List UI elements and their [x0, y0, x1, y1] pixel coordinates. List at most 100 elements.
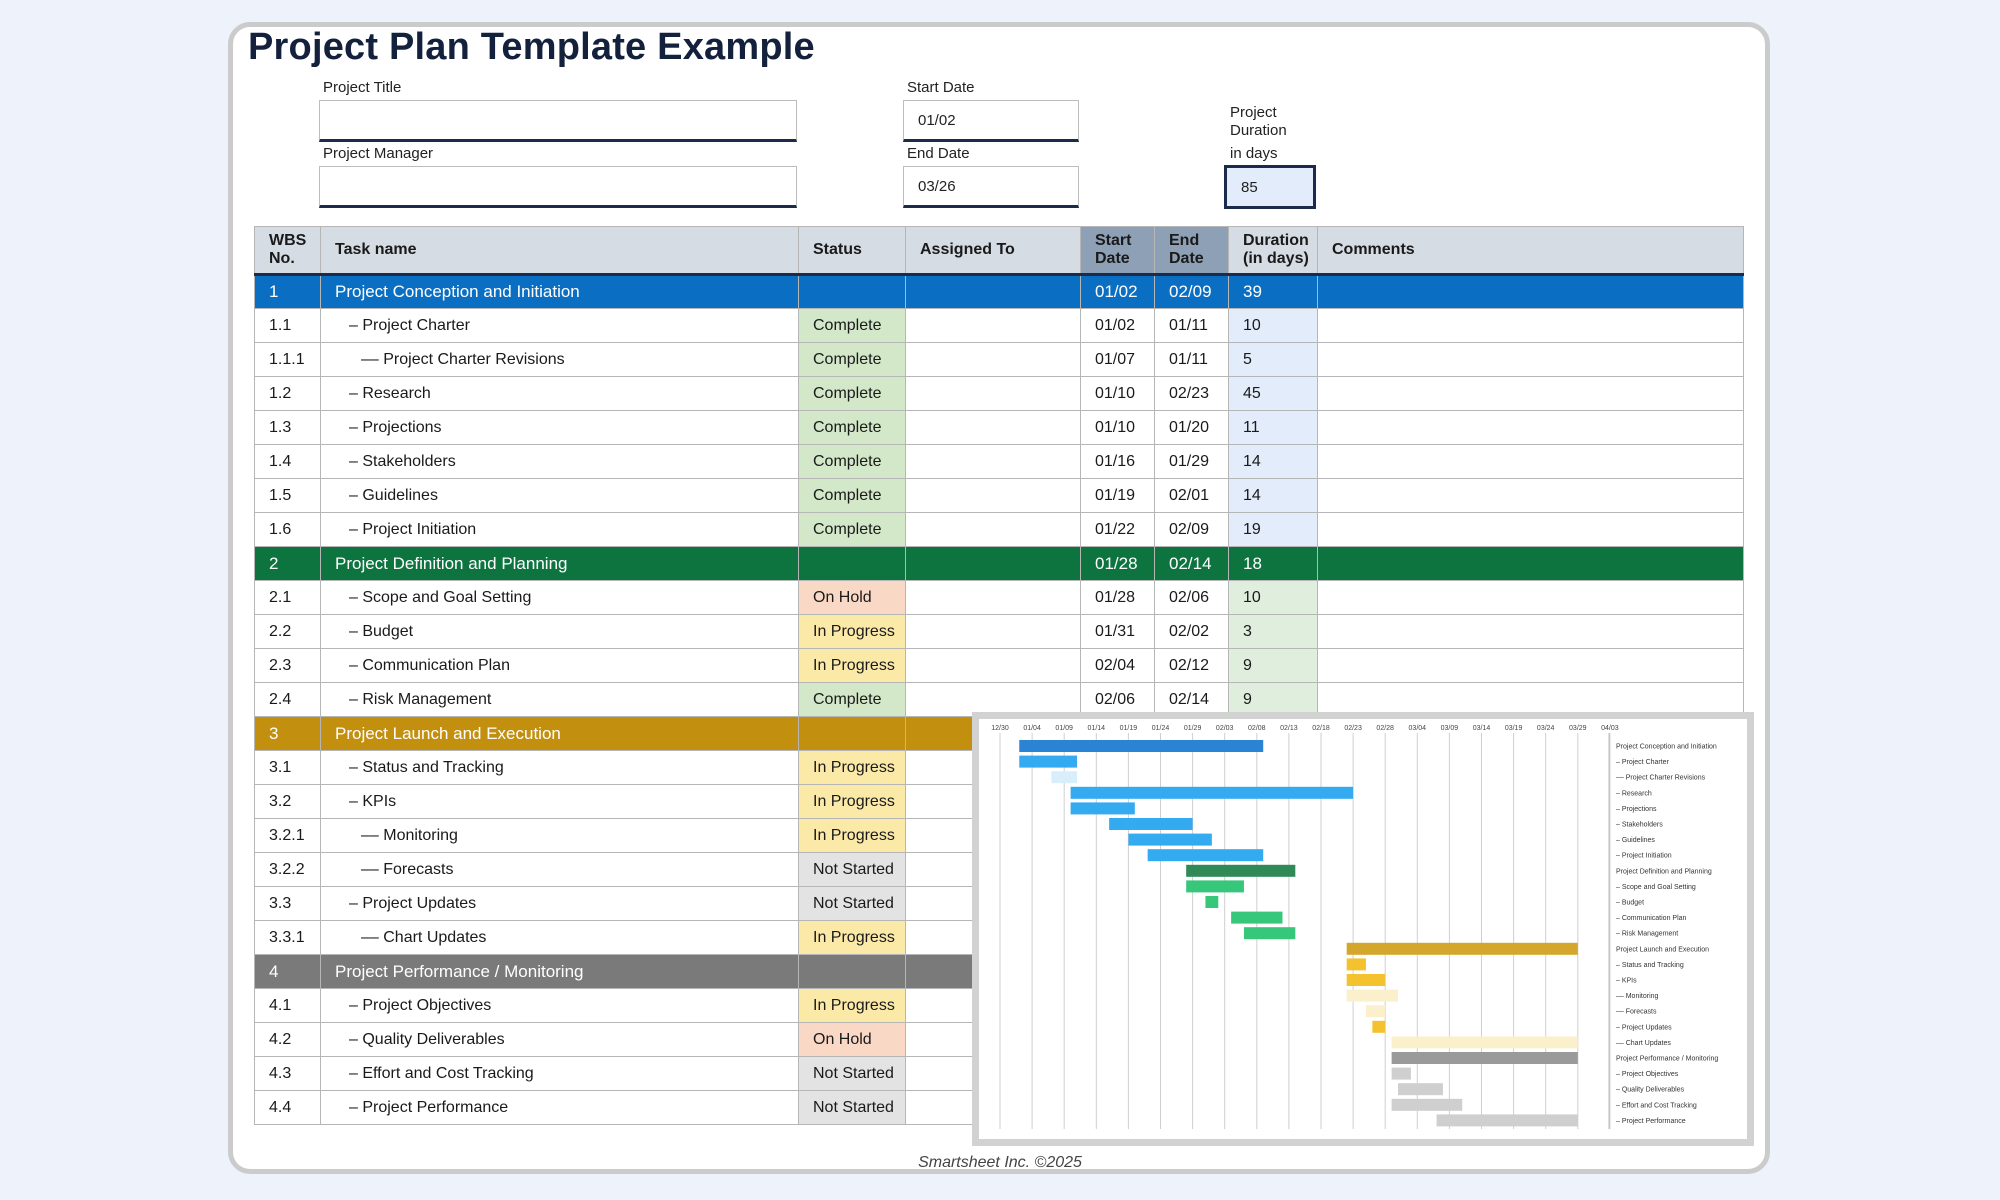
- status-cell[interactable]: Complete: [798, 512, 906, 547]
- end-date-cell: 02/09: [1154, 512, 1229, 547]
- task-name-cell: –– Project Charter Revisions: [320, 342, 799, 377]
- gantt-date-label: 12/30: [991, 725, 1009, 732]
- gantt-row-label: –– Forecasts: [1616, 1009, 1657, 1016]
- assigned-to-cell[interactable]: [905, 512, 1081, 547]
- start-date-cell: 02/04: [1080, 648, 1155, 683]
- gantt-date-label: 03/24: [1537, 725, 1555, 732]
- status-cell[interactable]: In Progress: [798, 920, 906, 955]
- status-cell[interactable]: On Hold: [798, 1022, 906, 1057]
- table-row[interactable]: 1.6– Project Initiation Complete 01/22 02/0…: [254, 512, 1744, 547]
- table-row[interactable]: 1.4– Stakeholders Complete 01/16 01/29 14: [254, 444, 1744, 479]
- gantt-row-label: – Research: [1616, 790, 1652, 797]
- assigned-to-cell[interactable]: [905, 308, 1081, 343]
- gantt-date-label: 02/13: [1280, 725, 1298, 732]
- comments-cell[interactable]: [1317, 614, 1744, 649]
- table-row[interactable]: 1.5– Guidelines Complete 01/19 02/01 14: [254, 478, 1744, 513]
- status-cell[interactable]: Complete: [798, 342, 906, 377]
- gantt-date-label: 02/03: [1216, 725, 1234, 732]
- gantt-row-label: – Project Charter: [1616, 759, 1670, 766]
- assigned-to-cell[interactable]: [905, 546, 1081, 581]
- table-row[interactable]: 2.1– Scope and Goal Setting On Hold 01/28 0…: [254, 580, 1744, 615]
- status-cell[interactable]: Complete: [798, 410, 906, 445]
- gantt-row-label: –– Project Charter Revisions: [1616, 775, 1706, 782]
- gantt-date-label: 03/14: [1473, 725, 1491, 732]
- task-name-cell: – Project Initiation: [320, 512, 799, 547]
- assigned-to-cell[interactable]: [905, 648, 1081, 683]
- comments-cell[interactable]: [1317, 444, 1744, 479]
- assigned-to-cell[interactable]: [905, 614, 1081, 649]
- start-date-field[interactable]: 01/02: [903, 100, 1079, 142]
- comments-cell[interactable]: [1317, 546, 1744, 581]
- table-row[interactable]: 1.1.1 –– Project Charter Revisions Complet…: [254, 342, 1744, 377]
- task-name-cell: Project Conception and Initiation: [320, 274, 799, 309]
- status-cell[interactable]: In Progress: [798, 818, 906, 853]
- comments-cell[interactable]: [1317, 342, 1744, 377]
- status-cell[interactable]: Complete: [798, 478, 906, 513]
- start-date-cell: 01/10: [1080, 410, 1155, 445]
- status-cell[interactable]: [798, 716, 906, 751]
- status-cell[interactable]: In Progress: [798, 784, 906, 819]
- status-cell[interactable]: [798, 546, 906, 581]
- comments-cell[interactable]: [1317, 308, 1744, 343]
- comments-cell[interactable]: [1317, 376, 1744, 411]
- table-row[interactable]: 1.1– Project Charter Complete 01/02 01/11 10: [254, 308, 1744, 343]
- table-row[interactable]: 2.3– Communication Plan In Progress 02/04 0…: [254, 648, 1744, 683]
- comments-cell[interactable]: [1317, 478, 1744, 513]
- assigned-to-cell[interactable]: [905, 410, 1081, 445]
- gantt-bar: [1205, 896, 1219, 908]
- assigned-to-cell[interactable]: [905, 478, 1081, 513]
- task-name-cell: – Scope and Goal Setting: [320, 580, 799, 615]
- status-cell[interactable]: Not Started: [798, 852, 906, 887]
- gantt-bar: [1070, 802, 1135, 815]
- gantt-date-label: 01/09: [1055, 725, 1073, 732]
- gantt-row-label: – Project Updates: [1616, 1024, 1672, 1031]
- gantt-chart: 12/30 01/04 01/09 01/14 01/19 01/24 01/29 02/03…: [972, 712, 1754, 1146]
- status-cell[interactable]: On Hold: [798, 580, 906, 615]
- wbs-cell: 1: [254, 274, 321, 309]
- comments-cell[interactable]: [1317, 512, 1744, 547]
- duration-cell: 19: [1228, 512, 1318, 547]
- end-date-field[interactable]: 03/26: [903, 166, 1079, 208]
- comments-cell[interactable]: [1317, 580, 1744, 615]
- project-title-field[interactable]: [319, 100, 797, 142]
- status-cell[interactable]: In Progress: [798, 614, 906, 649]
- assigned-to-cell[interactable]: [905, 376, 1081, 411]
- assigned-to-cell[interactable]: [905, 580, 1081, 615]
- assigned-to-cell[interactable]: [905, 342, 1081, 377]
- status-cell[interactable]: Complete: [798, 308, 906, 343]
- end-date-cell: 02/06: [1154, 580, 1229, 615]
- table-row[interactable]: 2.2– Budget In Progress 01/31 02/02 3: [254, 614, 1744, 649]
- status-cell[interactable]: Not Started: [798, 1090, 906, 1125]
- assigned-to-cell[interactable]: [905, 444, 1081, 479]
- gantt-bar: [1391, 1036, 1578, 1049]
- phase-row[interactable]: 2 Project Definition and Planning 01/28 02/…: [254, 546, 1744, 581]
- duration-cell: 5: [1228, 342, 1318, 377]
- comments-cell[interactable]: [1317, 648, 1744, 683]
- status-cell[interactable]: Complete: [798, 444, 906, 479]
- task-name-cell: –– Chart Updates: [320, 920, 799, 955]
- status-cell[interactable]: In Progress: [798, 750, 906, 785]
- status-cell[interactable]: Complete: [798, 682, 906, 717]
- phase-row[interactable]: 1 Project Conception and Initiation 01/02 0…: [254, 274, 1744, 309]
- table-row[interactable]: 1.2– Research Complete 01/10 02/23 45: [254, 376, 1744, 411]
- start-date-cell: 01/02: [1080, 274, 1155, 309]
- status-cell[interactable]: Not Started: [798, 1056, 906, 1091]
- status-cell[interactable]: [798, 954, 906, 989]
- comments-cell[interactable]: [1317, 274, 1744, 309]
- gantt-row-label: – Stakeholders: [1616, 822, 1663, 829]
- status-cell[interactable]: [798, 274, 906, 309]
- assigned-to-cell[interactable]: [905, 274, 1081, 309]
- status-cell[interactable]: Not Started: [798, 886, 906, 921]
- col-status-header: Status: [798, 226, 906, 276]
- gantt-row-label: Project Performance / Monitoring: [1616, 1056, 1718, 1063]
- project-manager-field[interactable]: [319, 166, 797, 208]
- project-manager-label: Project Manager: [323, 145, 434, 162]
- table-row[interactable]: 1.3– Projections Complete 01/10 01/20 11: [254, 410, 1744, 445]
- gantt-row-label: – Guidelines: [1616, 837, 1655, 844]
- comments-cell[interactable]: [1317, 410, 1744, 445]
- status-cell[interactable]: In Progress: [798, 988, 906, 1023]
- status-cell[interactable]: In Progress: [798, 648, 906, 683]
- status-cell[interactable]: Complete: [798, 376, 906, 411]
- task-name-cell: Project Definition and Planning: [320, 546, 799, 581]
- gantt-bar: [1051, 771, 1078, 784]
